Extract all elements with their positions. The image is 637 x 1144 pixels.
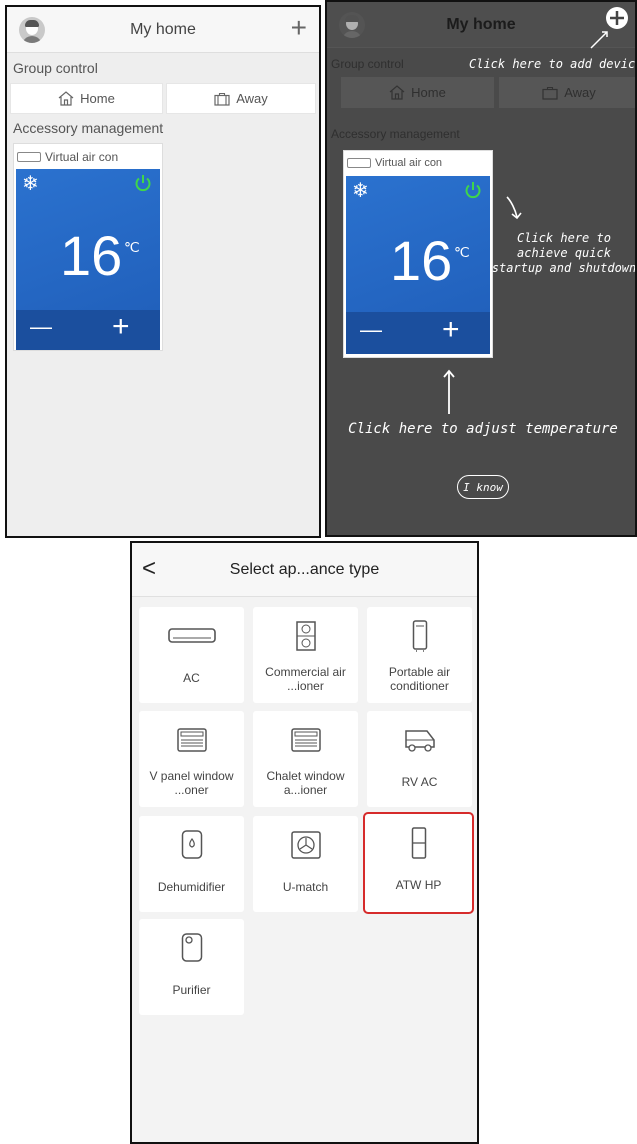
window-ac-icon [176, 728, 207, 752]
tutorial-overlay-panel: My home Group control Click here to add … [325, 0, 637, 537]
window-ac-icon [290, 728, 321, 752]
device-type-ac[interactable]: AC [139, 607, 244, 703]
device-type-label: Commercial air ...ioner [265, 665, 346, 693]
portable-ac-icon [412, 620, 427, 652]
temperature-control-bar: — + [346, 312, 490, 354]
home-mode-button[interactable]: Home [10, 83, 163, 114]
device-name: Virtual air con [375, 157, 443, 169]
home-icon [389, 85, 405, 100]
ac-icon [347, 158, 371, 168]
device-type-commercial-ac[interactable]: Commercial air ...ioner [253, 607, 358, 703]
add-device-button[interactable]: + [291, 13, 307, 43]
arrow-to-add-icon [590, 31, 608, 49]
i-know-button[interactable]: I know [457, 475, 509, 499]
snowflake-icon: ❄ [22, 173, 39, 195]
device-type-label: Dehumidifier [157, 880, 226, 894]
decrease-temperature-button[interactable]: — [30, 314, 52, 340]
increase-temperature-button[interactable]: + [112, 310, 130, 344]
page-title: Select ap...ance type [229, 561, 380, 578]
dehumidifier-icon [181, 830, 202, 859]
device-type-v-panel-window[interactable]: V panel window ...oner [139, 711, 244, 807]
device-type-label: V panel window ...oner [149, 769, 234, 797]
device-type-label: ATW HP [395, 878, 442, 892]
device-type-rv-ac[interactable]: RV AC [367, 711, 472, 807]
add-device-hint: Click here to add device [469, 57, 637, 71]
ac-icon [167, 628, 216, 643]
accessory-management-title: Accessory management [331, 127, 460, 141]
device-type-label: RV AC [401, 775, 438, 789]
arrow-to-power-icon [506, 196, 522, 220]
group-control-title: Group control [331, 57, 404, 71]
snowflake-icon: ❄ [352, 180, 369, 202]
page-title: My home [130, 21, 196, 38]
group-control-title: Group control [13, 60, 98, 76]
device-type-dehumidifier[interactable]: Dehumidifier [139, 816, 244, 912]
device-type-label: AC [183, 671, 200, 685]
power-icon[interactable] [134, 174, 152, 192]
top-bar: < Select ap...ance type [132, 543, 477, 597]
purifier-icon [181, 933, 202, 962]
away-mode-button: Away [499, 77, 635, 108]
suitcase-icon [214, 92, 230, 106]
temperature-unit: ℃ [454, 244, 470, 260]
u-match-icon [290, 831, 321, 859]
away-mode-label: Away [236, 91, 268, 106]
top-bar: My home + [7, 7, 319, 53]
device-type-u-match[interactable]: U-match [253, 816, 358, 912]
adjust-temperature-hint: Click here to adjust temperature [348, 421, 618, 437]
temperature-control-bar: — + [16, 310, 160, 350]
increase-temperature-button[interactable]: + [442, 313, 460, 347]
temperature-value: 16 [60, 224, 123, 287]
home-icon [58, 91, 74, 106]
device-card[interactable]: Virtual air con ❄ 16 ℃ — + [343, 150, 493, 358]
device-card[interactable]: Virtual air con ❄ 16 ℃ — + [13, 143, 163, 351]
device-type-label: U-match [282, 880, 329, 894]
device-type-chalet-window[interactable]: Chalet window a...ioner [253, 711, 358, 807]
device-type-purifier[interactable]: Purifier [139, 919, 244, 1015]
commercial-ac-icon [295, 621, 316, 651]
away-mode-button[interactable]: Away [166, 83, 316, 114]
ac-control-tile: ❄ 16 ℃ — + [16, 169, 160, 350]
select-appliance-panel: < Select ap...ance type AC Commercial ai… [130, 541, 479, 1144]
home-mode-label: Home [80, 91, 115, 106]
decrease-temperature-button[interactable]: — [360, 317, 382, 343]
temperature-value: 16 [390, 229, 453, 292]
device-name-row: Virtual air con [347, 157, 442, 169]
device-type-label: Portable air conditioner [388, 665, 451, 693]
device-type-label: Purifier [172, 983, 211, 997]
temperature-unit: ℃ [124, 239, 140, 255]
heat-pump-icon [411, 827, 426, 859]
startup-hint: Click here to achieve quick startup and … [491, 231, 637, 275]
add-device-circle-icon[interactable] [605, 6, 629, 30]
home-mode-label: Home [411, 85, 446, 100]
accessory-management-title: Accessory management [13, 120, 164, 136]
device-type-atw-hp[interactable]: ATW HP [363, 812, 474, 914]
home-screen-panel: My home + Group control Home Away Access… [5, 5, 321, 538]
suitcase-icon [542, 86, 558, 100]
device-type-portable-ac[interactable]: Portable air conditioner [367, 607, 472, 703]
arrow-to-controls-icon [443, 369, 455, 414]
away-mode-label: Away [564, 85, 596, 100]
ac-icon [17, 152, 41, 162]
power-icon[interactable] [464, 181, 482, 199]
home-mode-button: Home [341, 77, 494, 108]
device-name: Virtual air con [45, 150, 119, 164]
rv-icon [404, 730, 435, 752]
device-type-label: Chalet window a...ioner [266, 769, 345, 797]
device-name-row: Virtual air con [17, 150, 118, 164]
ac-control-tile: ❄ 16 ℃ — + [346, 176, 490, 354]
